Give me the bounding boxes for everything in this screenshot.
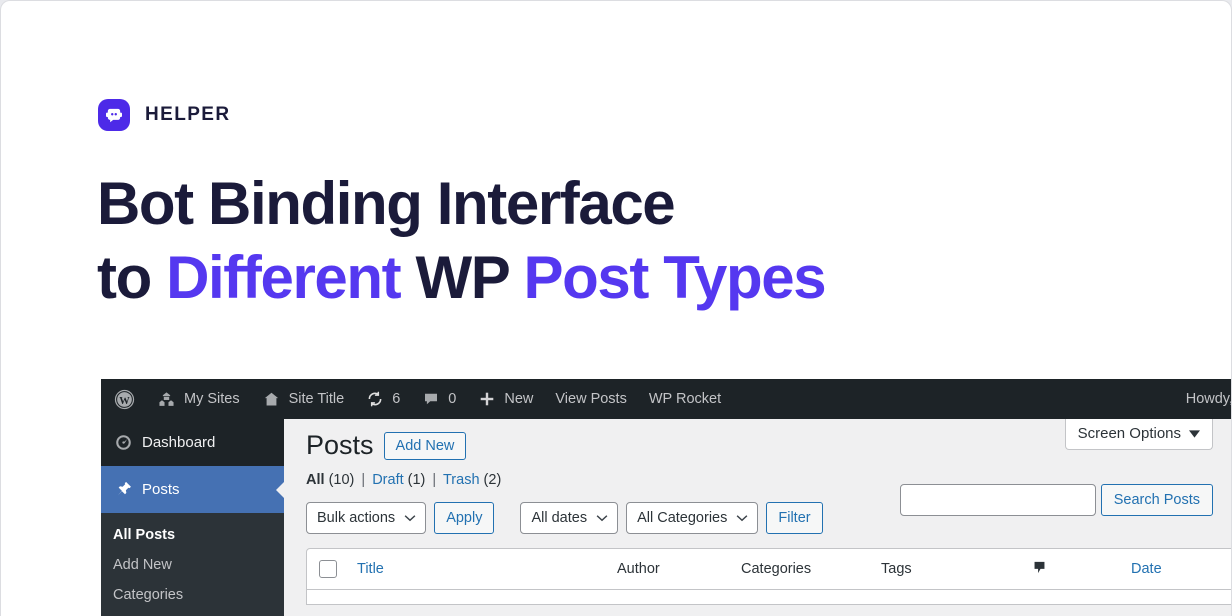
sidebar-submenu-item-add-new[interactable]: Add New xyxy=(101,550,284,580)
hero-line-1: Bot Binding Interface xyxy=(97,170,676,237)
admin-bar-updates[interactable]: 6 xyxy=(355,379,411,419)
hero-line2-part2: WP xyxy=(400,243,524,311)
column-header-date[interactable]: Date xyxy=(1123,561,1203,577)
admin-bar-new-label: New xyxy=(504,391,534,407)
home-icon xyxy=(262,390,281,409)
admin-bar-new[interactable]: New xyxy=(467,379,544,419)
all-dates-value: All dates xyxy=(531,510,588,527)
admin-bar-updates-count: 6 xyxy=(392,391,401,407)
column-header-author[interactable]: Author xyxy=(609,561,733,577)
page-root: HELPER Bot Binding Interface to Differen… xyxy=(0,0,1232,616)
admin-bar-my-sites[interactable]: My Sites xyxy=(146,379,251,419)
search-box: Search Posts xyxy=(899,484,1213,516)
admin-bar-wp-rocket[interactable]: WP Rocket xyxy=(638,379,732,419)
posts-table: Title Author Categories Tags Date xyxy=(306,548,1231,606)
admin-bar-wp-rocket-label: WP Rocket xyxy=(648,391,722,407)
select-all-checkbox[interactable] xyxy=(319,560,337,579)
brand-name: HELPER xyxy=(145,104,231,125)
page-title: Bot Binding Interface to Different WP Po… xyxy=(97,167,827,315)
status-count-all: (10) xyxy=(328,472,355,489)
column-header-comments[interactable] xyxy=(1023,559,1123,580)
admin-content: Screen Options Posts Add New All (10) | xyxy=(284,419,1231,616)
sidebar-item-dashboard-label: Dashboard xyxy=(142,434,216,451)
hero-line2-accent2: Post Types xyxy=(523,243,827,311)
svg-text:W: W xyxy=(119,395,130,406)
chevron-down-icon xyxy=(596,514,608,522)
status-count-draft: (1) xyxy=(407,472,426,489)
hero-line2-part1: to xyxy=(97,243,167,311)
select-all-checkbox-cell[interactable] xyxy=(307,560,349,579)
sidebar-item-posts-label: Posts xyxy=(142,481,180,498)
plus-icon xyxy=(478,390,496,408)
comment-icon xyxy=(1031,559,1048,580)
admin-bar-site-title-label: Site Title xyxy=(288,391,345,407)
pushpin-icon xyxy=(113,480,133,499)
add-new-button[interactable]: Add New xyxy=(383,431,467,460)
status-separator: | xyxy=(432,472,437,489)
status-separator: | xyxy=(361,472,366,489)
table-body-placeholder xyxy=(307,590,1231,604)
admin-bar-howdy[interactable]: Howdy, xyxy=(1175,379,1232,419)
sidebar-submenu-item-all-posts[interactable]: All Posts xyxy=(101,520,284,550)
column-header-tags[interactable]: Tags xyxy=(873,561,1023,577)
chevron-down-icon xyxy=(1189,425,1200,442)
all-dates-select[interactable]: All dates xyxy=(520,502,619,535)
search-posts-button[interactable]: Search Posts xyxy=(1100,484,1213,516)
wordpress-admin-screenshot: W My Sites Site Title 6 0 New View Posts… xyxy=(101,379,1232,616)
chevron-down-icon xyxy=(736,514,748,522)
sidebar-submenu-posts: All Posts Add New Categories xyxy=(101,513,284,616)
chevron-down-icon xyxy=(404,514,416,522)
column-header-categories[interactable]: Categories xyxy=(733,561,873,577)
comment-icon xyxy=(422,390,440,408)
posts-heading: Posts xyxy=(306,430,374,460)
admin-sidebar: Dashboard Posts All Posts Add New Catego… xyxy=(101,419,284,616)
admin-bar-comments-count: 0 xyxy=(448,391,457,407)
hero-line-2: to Different WP Post Types xyxy=(97,241,827,315)
dashboard-gauge-icon xyxy=(113,433,133,452)
status-count-trash: (2) xyxy=(483,472,502,489)
bot-chat-icon xyxy=(98,99,130,131)
update-icon xyxy=(366,390,384,408)
brand-logo: HELPER xyxy=(98,99,230,131)
admin-bar-view-posts[interactable]: View Posts xyxy=(544,379,637,419)
all-categories-value: All Categories xyxy=(637,510,728,527)
status-link-all[interactable]: All xyxy=(306,472,325,488)
status-link-draft[interactable]: Draft xyxy=(372,472,403,488)
all-categories-select[interactable]: All Categories xyxy=(626,502,759,535)
admin-bar-howdy-label: Howdy, xyxy=(1185,391,1232,407)
hero-line2-accent1: Different xyxy=(166,243,401,311)
screen-options-label: Screen Options xyxy=(1077,425,1181,442)
admin-bar: W My Sites Site Title 6 0 New View Posts… xyxy=(101,379,1232,419)
column-header-title[interactable]: Title xyxy=(349,561,609,577)
sidebar-submenu-item-categories[interactable]: Categories xyxy=(101,580,284,610)
admin-bar-wp-logo[interactable]: W xyxy=(101,379,146,419)
sidebar-item-dashboard[interactable]: Dashboard xyxy=(101,419,284,466)
multisite-icon xyxy=(157,390,176,409)
filter-button[interactable]: Filter xyxy=(766,502,823,535)
status-link-trash[interactable]: Trash xyxy=(443,472,480,488)
search-input[interactable] xyxy=(899,484,1096,516)
apply-button[interactable]: Apply xyxy=(434,502,495,535)
admin-bar-view-posts-label: View Posts xyxy=(555,391,627,407)
admin-bar-comments[interactable]: 0 xyxy=(411,379,467,419)
sidebar-item-posts[interactable]: Posts xyxy=(101,466,284,513)
wordpress-icon: W xyxy=(114,389,135,410)
screen-options-tab[interactable]: Screen Options xyxy=(1064,419,1213,450)
admin-body: Dashboard Posts All Posts Add New Catego… xyxy=(101,419,1231,616)
bulk-actions-value: Bulk actions xyxy=(317,510,396,527)
admin-bar-site-title[interactable]: Site Title xyxy=(251,379,356,419)
bulk-actions-select[interactable]: Bulk actions xyxy=(306,502,427,535)
admin-bar-my-sites-label: My Sites xyxy=(184,391,240,407)
posts-table-header-row: Title Author Categories Tags Date xyxy=(307,549,1231,591)
